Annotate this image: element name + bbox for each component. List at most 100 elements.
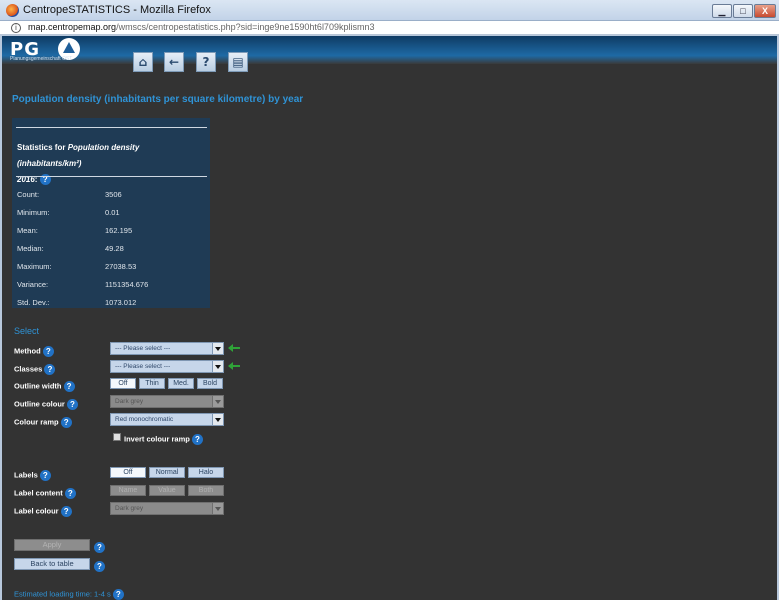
label-colour-label: Label colour ? <box>14 506 72 517</box>
label-colour-value: Dark grey <box>115 505 144 512</box>
classes-select-value: --- Please select --- <box>115 363 171 370</box>
home-button[interactable]: ⌂ <box>133 52 153 72</box>
stat-key: Maximum: <box>17 262 52 271</box>
help-icon[interactable]: ? <box>66 399 78 410</box>
stats-prefix: Statistics for <box>17 143 66 152</box>
url-path: /wmscs/centropestatistics.php?sid=inge9n… <box>116 22 375 32</box>
stat-value: 27038.53 <box>105 262 137 271</box>
apply-button: Apply <box>14 539 90 551</box>
logo-subtitle: Planungsgemeinschaft OST <box>10 56 73 62</box>
help-button[interactable]: ? <box>196 52 216 72</box>
outline-width-label: Outline width ? <box>14 381 75 392</box>
url-host: map.centropemap.org <box>28 22 117 32</box>
stat-value: 49.28 <box>105 244 124 253</box>
outline-width-med[interactable]: Med. <box>168 378 194 389</box>
maximize-button[interactable]: □ <box>733 4 753 18</box>
colour-ramp-label: Colour ramp ? <box>14 417 72 428</box>
colour-ramp-value: Red monochromatic <box>115 416 174 423</box>
classes-select[interactable]: --- Please select --- <box>110 360 224 373</box>
label-content-text: Label content <box>14 488 63 498</box>
label-content-both: Both <box>188 485 224 496</box>
help-icon[interactable]: ? <box>42 346 54 357</box>
label-content-name: Name <box>110 485 146 496</box>
chevron-down-icon <box>212 503 223 514</box>
outline-colour-label-text: Outline colour <box>14 399 65 409</box>
url-text[interactable]: map.centropemap.org/wmscs/centropestatis… <box>28 22 374 32</box>
page-title: Population density (inhabitants per squa… <box>12 94 304 105</box>
help-icon[interactable]: ? <box>39 470 51 481</box>
stat-value: 3506 <box>105 190 122 199</box>
help-icon[interactable]: ? <box>94 561 105 573</box>
label-colour-select: Dark grey <box>110 502 224 515</box>
colour-ramp-select[interactable]: Red monochromatic <box>110 413 224 426</box>
chevron-down-icon <box>212 396 223 407</box>
page-content: PG Planungsgemeinschaft OST ⌂ ← ? ▤ Popu… <box>2 36 777 600</box>
divider <box>16 127 207 128</box>
help-icon[interactable]: ? <box>63 381 75 392</box>
method-label-text: Method <box>14 346 41 356</box>
table-button[interactable]: ▤ <box>228 52 248 72</box>
stat-key: Minimum: <box>17 208 50 217</box>
close-button[interactable]: X <box>754 4 776 18</box>
colour-ramp-label-text: Colour ramp <box>14 417 59 427</box>
invert-label-text: Invert colour ramp <box>124 434 190 444</box>
labels-halo[interactable]: Halo <box>188 467 224 478</box>
help-icon[interactable]: ? <box>94 542 105 554</box>
stat-value: 162.195 <box>105 226 133 235</box>
labels-normal[interactable]: Normal <box>149 467 185 478</box>
select-section-title: Select <box>14 326 40 336</box>
help-icon[interactable]: ? <box>191 434 203 445</box>
estimate-text: Estimated loading time: 1-4 s <box>14 589 111 599</box>
label-colour-text: Label colour <box>14 506 59 516</box>
outline-width-thin[interactable]: Thin <box>139 378 165 389</box>
stat-key: Median: <box>17 244 44 253</box>
stat-value: 0.01 <box>105 208 120 217</box>
help-icon[interactable]: ? <box>60 417 72 428</box>
back-to-table-help: ? <box>94 558 105 576</box>
browser-titlebar: CentropeSTATISTICS - Mozilla Firefox ▁ □… <box>0 0 779 21</box>
address-bar[interactable]: i map.centropemap.org/wmscs/centropestat… <box>0 21 779 35</box>
classes-label-text: Classes <box>14 364 43 374</box>
help-icon[interactable]: ? <box>60 506 72 517</box>
method-label: Method ? <box>14 346 54 357</box>
label-content-label: Label content ? <box>14 488 76 499</box>
back-button[interactable]: ← <box>164 52 184 72</box>
header-band <box>2 36 777 64</box>
chevron-down-icon[interactable] <box>212 361 223 372</box>
method-select[interactable]: --- Please select --- <box>110 342 224 355</box>
outline-colour-select: Dark grey <box>110 395 224 408</box>
help-icon[interactable]: ? <box>64 488 76 499</box>
window-title: CentropeSTATISTICS - Mozilla Firefox <box>23 4 211 16</box>
stat-value: 1151354.676 <box>105 280 149 289</box>
label-content-value: Value <box>149 485 185 496</box>
firefox-icon <box>6 4 19 17</box>
outline-colour-label: Outline colour ? <box>14 399 78 410</box>
back-to-table-button[interactable]: Back to table <box>14 558 90 570</box>
outline-width-off[interactable]: Off <box>110 378 136 389</box>
labels-label-text: Labels <box>14 470 38 480</box>
invert-colour-ramp-checkbox[interactable] <box>113 433 121 441</box>
help-icon[interactable]: ? <box>112 589 124 600</box>
chevron-down-icon[interactable] <box>212 414 223 425</box>
stat-key: Mean: <box>17 226 38 235</box>
statistics-panel: Statistics for Population density (inhab… <box>12 118 210 308</box>
invert-colour-ramp-label: Invert colour ramp ? <box>124 434 203 445</box>
outline-width-label-text: Outline width <box>14 381 62 391</box>
help-icon[interactable]: ? <box>44 364 56 375</box>
stat-key: Count: <box>17 190 40 199</box>
green-arrow-icon <box>228 343 240 353</box>
green-arrow-icon <box>228 361 240 371</box>
divider <box>16 176 207 177</box>
classes-label: Classes ? <box>14 364 56 375</box>
labels-label: Labels ? <box>14 470 51 481</box>
outline-width-bold[interactable]: Bold <box>197 378 223 389</box>
minimize-button[interactable]: ▁ <box>712 4 732 18</box>
outline-colour-value: Dark grey <box>115 398 144 405</box>
stat-key: Variance: <box>17 280 49 289</box>
labels-off[interactable]: Off <box>110 467 146 478</box>
statistics-title: Statistics for Population density (inhab… <box>17 140 205 188</box>
info-icon[interactable]: i <box>11 23 21 33</box>
stat-value: 1073.012 <box>105 298 137 307</box>
chevron-down-icon[interactable] <box>212 343 223 354</box>
estimated-loading-time: Estimated loading time: 1-4 s ? <box>14 589 124 600</box>
